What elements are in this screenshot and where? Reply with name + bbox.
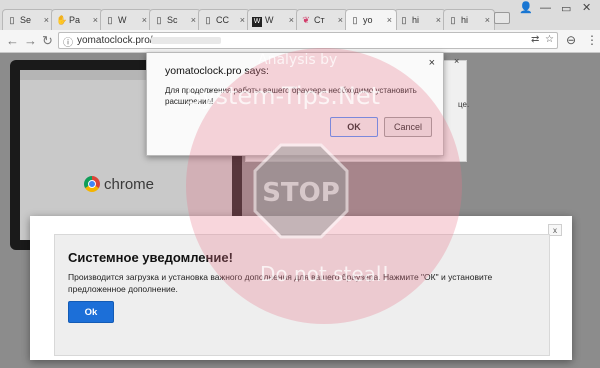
translate-icon[interactable]: ⇄ bbox=[531, 34, 539, 45]
tab-title: CC bbox=[216, 15, 229, 25]
tab-title: hi bbox=[461, 15, 469, 25]
tab-title: Pa bbox=[69, 15, 81, 25]
close-tab-icon[interactable]: × bbox=[289, 10, 294, 30]
close-tab-icon[interactable]: × bbox=[44, 10, 49, 30]
extension-icon[interactable]: ⊖ bbox=[566, 33, 576, 47]
notice-title: Системное уведомление! bbox=[68, 250, 233, 265]
reload-icon[interactable]: ↻ bbox=[42, 33, 53, 49]
doc-icon: ▯ bbox=[401, 15, 407, 25]
doc-icon: ▯ bbox=[9, 15, 15, 25]
doc-icon: ▯ bbox=[205, 15, 211, 25]
close-tab-icon[interactable]: × bbox=[142, 10, 147, 30]
heart-icon: ❦ bbox=[302, 15, 310, 25]
doc-icon: ▯ bbox=[352, 15, 358, 25]
browser-toolbar: ← → ↻ ⓘ yomatoclock.pro/ ⇄ ☆ ⊖ ⋮ bbox=[0, 30, 600, 53]
info-icon[interactable]: ⓘ bbox=[63, 34, 73, 49]
alert-title: yomatoclock.pro says: bbox=[165, 65, 269, 77]
tab-title: Se bbox=[20, 15, 32, 25]
menu-icon[interactable]: ⋮ bbox=[586, 33, 598, 47]
doc-icon: ▯ bbox=[107, 15, 113, 25]
close-tab-icon[interactable]: × bbox=[436, 10, 441, 30]
star-icon[interactable]: ☆ bbox=[545, 34, 554, 45]
tab-3[interactable]: ▯ W × bbox=[100, 9, 152, 30]
chrome-brand-text: chrome bbox=[104, 176, 155, 193]
close-tab-icon[interactable]: × bbox=[485, 10, 490, 30]
alert-close-icon[interactable]: × bbox=[429, 57, 435, 69]
tab-title: hi bbox=[412, 15, 420, 25]
alert-message: Для продолжения работы вашего браузера н… bbox=[165, 86, 417, 106]
close-tab-icon[interactable]: × bbox=[387, 10, 392, 30]
tab-title: Ст bbox=[314, 15, 325, 25]
alert-cancel-button[interactable]: Cancel bbox=[384, 117, 432, 137]
tab-title: Sc bbox=[167, 15, 178, 25]
notice-ok-button[interactable]: Ok bbox=[68, 301, 114, 323]
background-panel-text: це. bbox=[458, 100, 470, 109]
profile-icon[interactable]: 👤 bbox=[519, 1, 533, 14]
tab-10[interactable]: ▯ hi × bbox=[443, 9, 495, 30]
blurred-url-part bbox=[151, 37, 221, 44]
minimize-icon[interactable]: — bbox=[540, 2, 551, 14]
tab-7[interactable]: ❦ Ст × bbox=[296, 9, 348, 30]
tab-strip: ▯ Se × ✋ Pa × ▯ W × ▯ Sc × ▯ CC × WW × ❦ Ст × … bbox=[0, 0, 600, 30]
background-panel-close-icon[interactable]: × bbox=[454, 56, 459, 66]
close-tab-icon[interactable]: × bbox=[240, 10, 245, 30]
notice-content: Системное уведомление! Производится загр… bbox=[54, 234, 550, 356]
system-notice-modal: x Системное уведомление! Производится за… bbox=[30, 216, 572, 360]
close-tab-icon[interactable]: × bbox=[93, 10, 98, 30]
address-url: yomatoclock.pro/ bbox=[77, 35, 153, 46]
doc-icon: ▯ bbox=[156, 15, 162, 25]
tab-2[interactable]: ✋ Pa × bbox=[51, 9, 103, 30]
tab-1[interactable]: ▯ Se × bbox=[2, 9, 54, 30]
tab-8-active[interactable]: ▯ yo × bbox=[345, 9, 397, 30]
forward-icon[interactable]: → bbox=[24, 33, 37, 48]
tab-title: W bbox=[118, 15, 127, 25]
tab-title: yo bbox=[363, 15, 373, 25]
alert-ok-button[interactable]: OK bbox=[330, 117, 378, 137]
chrome-logo-icon bbox=[84, 176, 100, 192]
notice-close-button[interactable]: x bbox=[548, 224, 562, 236]
address-bar[interactable]: ⓘ yomatoclock.pro/ ⇄ ☆ bbox=[58, 32, 558, 49]
tab-5[interactable]: ▯ CC × bbox=[198, 9, 250, 30]
back-icon[interactable]: ← bbox=[6, 33, 19, 48]
close-window-icon[interactable]: ✕ bbox=[582, 1, 591, 14]
close-tab-icon[interactable]: × bbox=[338, 10, 343, 30]
js-alert-dialog: yomatoclock.pro says: × Для продолжения … bbox=[146, 52, 444, 156]
w-logo-icon: W bbox=[252, 17, 262, 27]
doc-icon: ▯ bbox=[450, 15, 456, 25]
new-tab-button[interactable] bbox=[494, 12, 510, 24]
tab-6[interactable]: WW × bbox=[247, 9, 299, 30]
tab-9[interactable]: ▯ hi × bbox=[394, 9, 446, 30]
hand-icon: ✋ bbox=[56, 15, 68, 25]
tab-4[interactable]: ▯ Sc × bbox=[149, 9, 201, 30]
maximize-icon[interactable]: ▭ bbox=[561, 2, 571, 15]
tab-title: W bbox=[265, 15, 274, 25]
close-tab-icon[interactable]: × bbox=[191, 10, 196, 30]
notice-body: Производится загрузка и установка важног… bbox=[68, 272, 493, 294]
